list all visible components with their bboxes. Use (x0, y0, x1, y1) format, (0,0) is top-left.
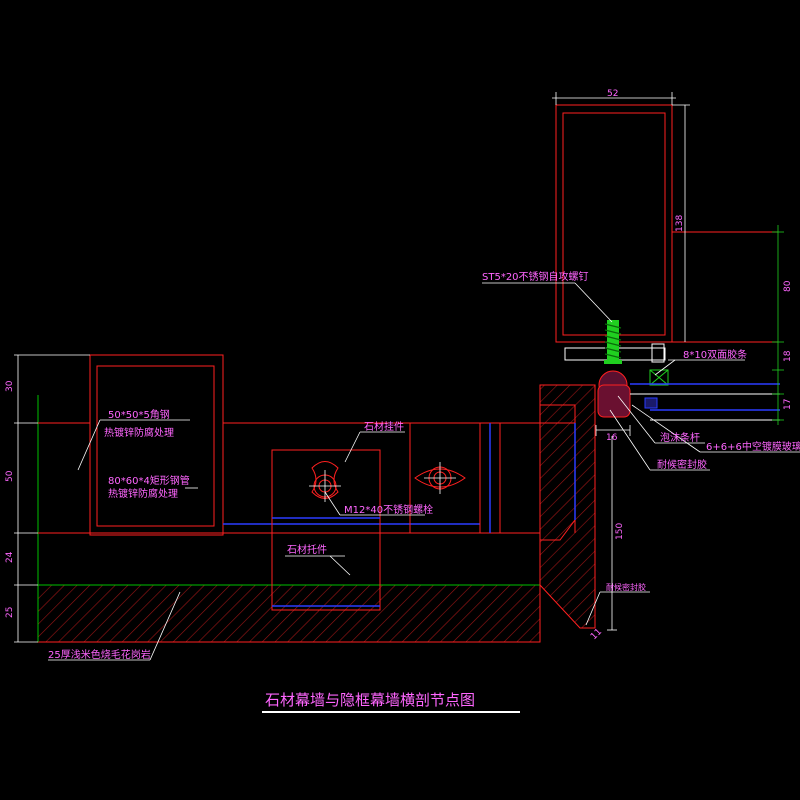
dim-stone-depth: 150 (615, 523, 625, 540)
label-screw: ST5*20不锈钢自攻螺钉 (482, 270, 589, 283)
label-angle-steel-note: 热镀锌防腐处理 (104, 426, 174, 439)
sealant-bead (597, 384, 631, 418)
dim-left-4: 25 (5, 607, 15, 618)
label-tape: 8*10双面胶条 (683, 348, 747, 361)
bolt-2-icon (414, 462, 466, 494)
right-dimension-chain (772, 225, 784, 425)
dim-left-2: 50 (5, 470, 15, 482)
label-stone-bracket: 石材托件 (287, 543, 327, 556)
steel-bracket-block (89, 354, 224, 536)
mullion-inner (562, 112, 666, 336)
corner-stone (539, 384, 596, 629)
dim-left-3: 24 (5, 551, 15, 563)
dim-right-2: 18 (783, 350, 793, 362)
dim-top-width: 52 (607, 89, 618, 99)
dim-left-1: 30 (5, 380, 15, 392)
label-rect-tube-note: 热镀锌防腐处理 (108, 487, 178, 500)
glass-spacer (644, 397, 658, 409)
label-weather-sealant: 耐候密封胶 (606, 582, 646, 592)
dim-corner: 11 (589, 627, 604, 642)
dim-right-1: 80 (783, 280, 793, 292)
bolt-icon (309, 461, 341, 502)
drawing-title: 石材幕墙与隐框幕墙横剖节点图 (265, 691, 475, 709)
granite-panel (37, 584, 541, 643)
label-hollow-glass: 6+6+6中空镀膜玻璃 (706, 440, 800, 453)
label-foam-rod: 泡沫条杆 (660, 431, 700, 444)
dim-mullion-depth: 138 (675, 215, 685, 232)
section-drawing: 30 50 24 25 52 138 80 18 17 16 150 11 (5, 89, 800, 713)
label-stone-hanger: 石材挂件 (364, 420, 404, 433)
dim-right-3: 17 (783, 399, 793, 410)
mullion-outer (555, 104, 673, 343)
label-rect-tube: 80*60*4矩形钢管 (108, 474, 190, 487)
label-sealant: 耐候密封胶 (657, 458, 707, 471)
label-granite: 25厚浅米色烧毛花岗岩 (48, 648, 151, 661)
label-angle-steel: 50*50*5角钢 (108, 408, 170, 421)
label-bolt: M12*40不锈钢螺栓 (344, 503, 433, 516)
pressure-plate-end (651, 343, 665, 363)
rect-tube (96, 365, 215, 527)
